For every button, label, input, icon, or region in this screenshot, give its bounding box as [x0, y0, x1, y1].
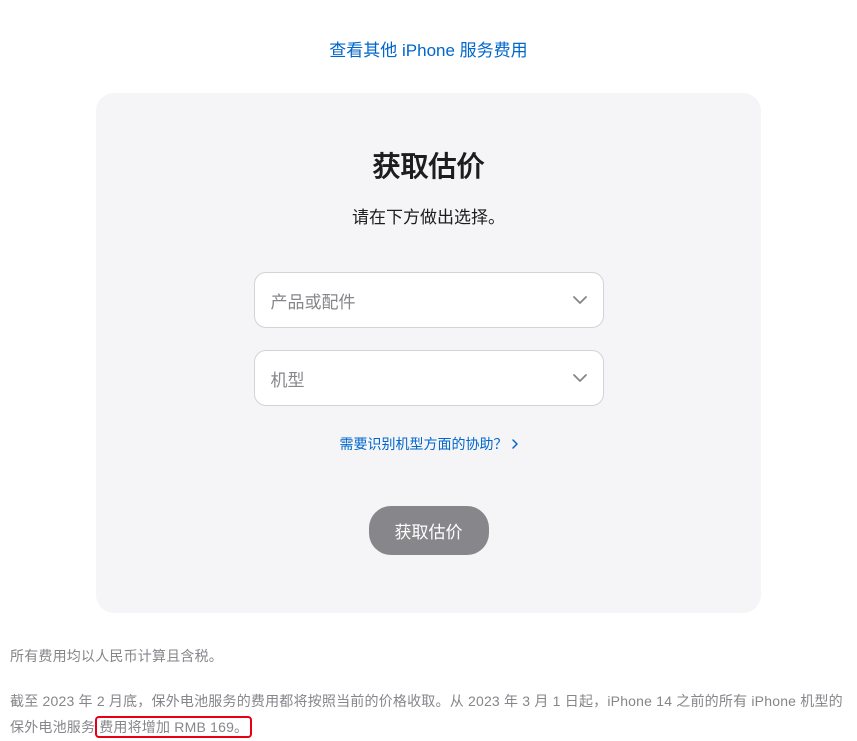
model-select[interactable]: 机型 — [254, 350, 604, 406]
identify-model-help-link[interactable]: 需要识别机型方面的协助？ — [340, 434, 518, 454]
chevron-down-icon — [573, 374, 587, 382]
product-select-wrapper: 产品或配件 — [254, 272, 604, 328]
product-select[interactable]: 产品或配件 — [254, 272, 604, 328]
top-link-wrapper: 查看其他 iPhone 服务费用 — [10, 0, 847, 93]
estimate-card: 获取估价 请在下方做出选择。 产品或配件 机型 需要识别机型方面的协助？ — [96, 93, 761, 613]
model-select-wrapper: 机型 — [254, 350, 604, 406]
card-title: 获取估价 — [136, 145, 721, 185]
model-select-placeholder: 机型 — [271, 366, 305, 391]
card-subtitle: 请在下方做出选择。 — [136, 203, 721, 228]
view-other-services-link[interactable]: 查看其他 iPhone 服务费用 — [329, 41, 527, 60]
help-link-label: 需要识别机型方面的协助？ — [340, 434, 508, 454]
footer-line1: 所有费用均以人民币计算且含税。 — [10, 643, 847, 670]
footer-text: 所有费用均以人民币计算且含税。 截至 2023 年 2 月底，保外电池服务的费用… — [10, 613, 847, 741]
chevron-right-icon — [512, 436, 518, 452]
chevron-down-icon — [573, 296, 587, 304]
footer-line2: 截至 2023 年 2 月底，保外电池服务的费用都将按照当前的价格收取。从 20… — [10, 688, 847, 741]
get-estimate-button[interactable]: 获取估价 — [369, 506, 489, 555]
price-increase-highlight: 费用将增加 RMB 169。 — [95, 716, 252, 738]
product-select-placeholder: 产品或配件 — [271, 288, 356, 313]
